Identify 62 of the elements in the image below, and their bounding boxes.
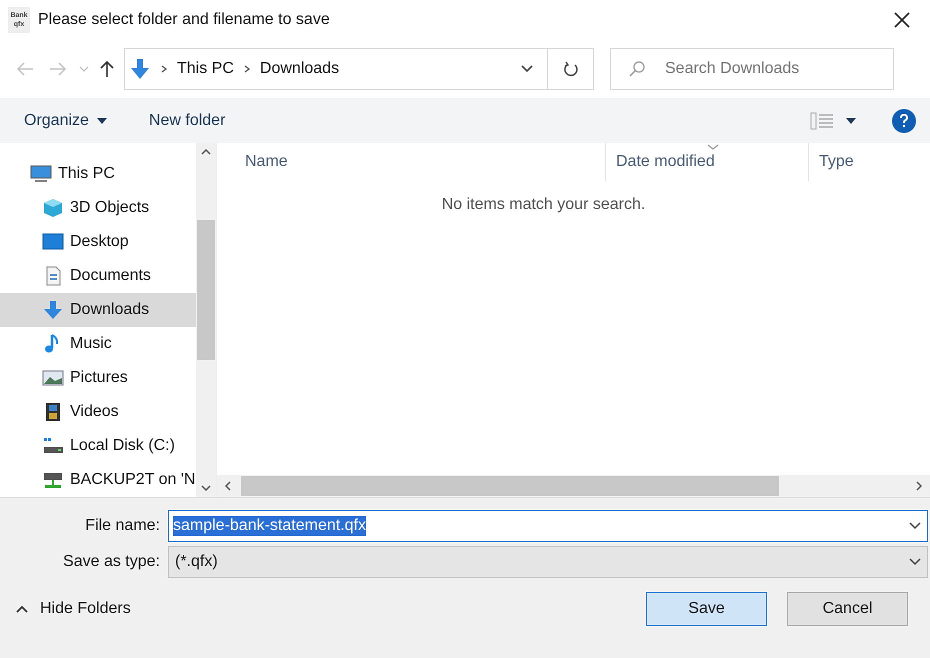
chevron-down-icon (909, 558, 921, 566)
save-button[interactable]: Save (646, 592, 767, 626)
breadcrumb-item[interactable]: Downloads (260, 57, 340, 81)
folder-tree-item[interactable]: This PC (0, 157, 196, 191)
chevron-right-icon (161, 65, 167, 73)
up-arrow-icon (100, 60, 114, 78)
breadcrumb-item[interactable]: This PC (177, 57, 234, 81)
search-field[interactable]: Search Downloads (610, 48, 894, 90)
chevron-down-icon (521, 65, 533, 73)
folder-tree-item[interactable]: Documents (0, 259, 196, 293)
picture-icon (42, 368, 64, 388)
column-header[interactable]: Name (217, 143, 605, 181)
details-view-icon (810, 112, 834, 130)
folder-tree-item[interactable]: Local Disk (C:) (0, 429, 196, 463)
folder-tree-item[interactable]: Downloads (0, 293, 196, 327)
chevron-right-icon (244, 65, 250, 73)
field-label: Save as type: (62, 552, 161, 572)
monitor-icon (42, 232, 64, 252)
horizontal-scrollbar[interactable] (217, 475, 930, 497)
file-type-dropdown[interactable]: (*.qfx) (168, 546, 928, 578)
folder-tree-item[interactable]: Videos (0, 395, 196, 429)
organize-button[interactable]: Organize (24, 108, 107, 132)
field-label: File name: (84, 516, 161, 536)
chevron-down-icon (909, 522, 921, 530)
cancel-button[interactable]: Cancel (787, 592, 908, 626)
folder-tree-item[interactable]: BACKUP2T on 'N (0, 463, 196, 497)
scroll-up-icon (201, 149, 211, 155)
question-mark-icon (899, 114, 909, 128)
network-drive-icon (42, 470, 64, 490)
download-arrow-icon (42, 300, 64, 320)
download-arrow-icon (129, 58, 151, 80)
empty-message: No items match your search. (442, 195, 646, 215)
refresh-icon (562, 61, 578, 77)
folder-tree-item[interactable]: Pictures (0, 361, 196, 395)
scroll-left-icon (225, 481, 231, 491)
sort-caret-icon (707, 144, 719, 150)
chevron-down-icon (79, 66, 89, 72)
drive-icon (42, 436, 64, 456)
address-bar[interactable]: This PC Downloads (124, 48, 594, 90)
computer-icon (30, 164, 52, 184)
caret-down-icon (846, 118, 856, 124)
folder-tree-item[interactable]: Music (0, 327, 196, 361)
file-name-field[interactable]: sample-bank-statement.qfx (168, 510, 928, 542)
vertical-scrollbar[interactable] (196, 143, 216, 497)
new-folder-button[interactable]: New folder (148, 108, 226, 132)
column-header[interactable]: Type (808, 143, 930, 181)
folder-tree-item[interactable]: Desktop (0, 225, 196, 259)
help-button[interactable] (892, 108, 916, 132)
cube-icon (42, 198, 64, 218)
forward-arrow-icon (49, 62, 67, 76)
close-icon (893, 11, 911, 29)
view-options-button[interactable] (810, 112, 856, 130)
back-arrow-icon (16, 62, 34, 76)
caret-down-icon (96, 118, 107, 124)
search-icon (628, 60, 646, 78)
scroll-down-icon (201, 485, 211, 491)
folder-tree-item[interactable]: 3D Objects (0, 191, 196, 225)
hide-folders-button[interactable]: Hide Folders (16, 597, 131, 621)
window-title: Please select folder and filename to save (38, 10, 330, 30)
chevron-up-icon (16, 605, 28, 613)
column-header[interactable]: Date modified (605, 143, 808, 181)
scroll-right-icon (916, 481, 922, 491)
